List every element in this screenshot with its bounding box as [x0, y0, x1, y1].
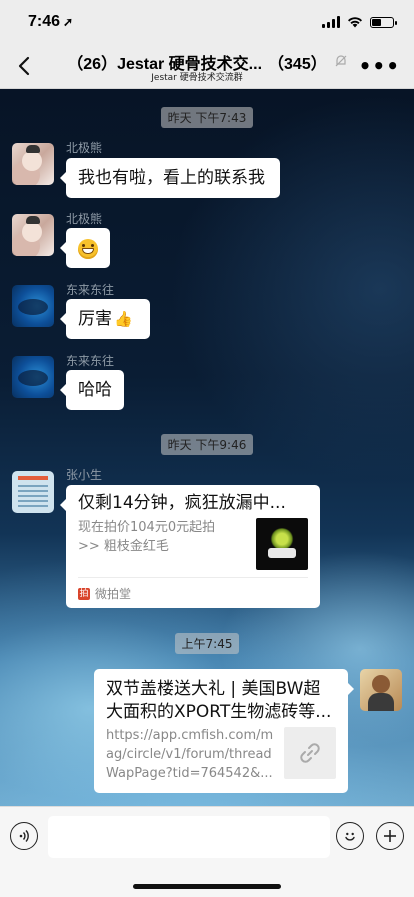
link-share-card[interactable]: 双节盖楼送大礼 | 美国BW超 大面积的XPORT生物滤砖等... https:…: [94, 669, 354, 793]
card-url: https://app.cmfish.com/m: [106, 728, 274, 743]
chevron-left-icon[interactable]: [14, 55, 36, 77]
status-bar: 7:46 ➚: [0, 0, 414, 44]
card-source: 拍 微拍堂: [78, 585, 131, 602]
message-text: 哈哈: [78, 380, 112, 400]
sender-name: 东来东往: [66, 354, 115, 368]
avatar[interactable]: [12, 471, 54, 513]
timestamp: 昨天 下午9:46: [0, 434, 414, 455]
card-url: ag/circle/v1/forum/thread: [106, 747, 272, 762]
emoji-icon: [345, 832, 355, 841]
message-text: 我也有啦，看上的联系我: [78, 168, 265, 188]
weipaitang-logo-icon: 拍: [78, 587, 90, 600]
voice-button[interactable]: [10, 822, 38, 850]
home-indicator[interactable]: [133, 884, 281, 889]
plus-icon: [384, 830, 396, 842]
thumbs-up-emoji-icon: 👍: [114, 310, 133, 328]
avatar[interactable]: [12, 356, 54, 398]
avatar[interactable]: [12, 285, 54, 327]
my-avatar[interactable]: [360, 669, 402, 711]
grin-emoji-icon: [78, 239, 98, 259]
message-bubble[interactable]: 我也有啦，看上的联系我: [60, 158, 280, 198]
message-text: 厉害: [78, 309, 112, 329]
more-functions-button[interactable]: [376, 822, 404, 850]
sender-name: 张小生: [66, 468, 103, 482]
divider: [78, 577, 308, 578]
emoji-button[interactable]: [336, 822, 364, 850]
card-url: WapPage?tid=764542&...: [106, 766, 273, 781]
source-label: 微拍堂: [95, 587, 132, 601]
status-time: 7:46 ➚: [28, 13, 73, 31]
message-bubble[interactable]: [60, 228, 110, 268]
wifi-icon: [348, 17, 362, 28]
card-title: 大面积的XPORT生物滤砖等...: [106, 702, 332, 722]
sender-name: 北极熊: [66, 141, 103, 155]
avatar[interactable]: [12, 143, 54, 185]
message-text-input[interactable]: [48, 816, 330, 858]
status-icons: [322, 15, 397, 29]
avatar[interactable]: [12, 214, 54, 256]
sender-name: 北极熊: [66, 212, 103, 226]
chat-message-list[interactable]: 昨天 下午7:43 北极熊 我也有啦，看上的联系我 北极熊 东来东往 厉害 👍 东…: [0, 89, 414, 806]
cellular-signal-icon: [322, 16, 340, 28]
link-icon: [300, 743, 320, 763]
chat-subtitle: Jestar 硬骨技术交流群: [151, 73, 243, 83]
card-description: >> 粗枝金红毛: [78, 539, 169, 554]
sender-name: 东来东往: [66, 283, 115, 297]
clock-text: 7:46: [28, 13, 61, 30]
link-thumbnail: [284, 727, 336, 779]
message-bubble[interactable]: 哈哈: [60, 370, 124, 410]
mute-bell-icon: [335, 55, 347, 67]
message-input-bar: [0, 806, 414, 897]
location-arrow-icon: ➚: [63, 15, 74, 29]
timestamp: 上午7:45: [0, 633, 414, 654]
timestamp: 昨天 下午7:43: [0, 107, 414, 128]
card-title: 双节盖楼送大礼 | 美国BW超: [106, 679, 321, 699]
coral-thumbnail: [256, 518, 308, 570]
battery-icon: [370, 16, 397, 28]
voice-icon: [19, 830, 29, 842]
more-options-button[interactable]: •••: [359, 54, 400, 78]
card-description: 现在拍价104元0元起拍: [78, 520, 216, 535]
message-bubble[interactable]: 厉害 👍: [60, 299, 150, 339]
card-title: 仅剩14分钟，疯狂放漏中...: [78, 493, 286, 513]
auction-share-card[interactable]: 仅剩14分钟，疯狂放漏中... 现在拍价104元0元起拍 >> 粗枝金红毛 拍 …: [60, 485, 320, 608]
nav-bar: （26）Jestar 硬骨技术交... （345） Jestar 硬骨技术交流群…: [0, 44, 414, 89]
